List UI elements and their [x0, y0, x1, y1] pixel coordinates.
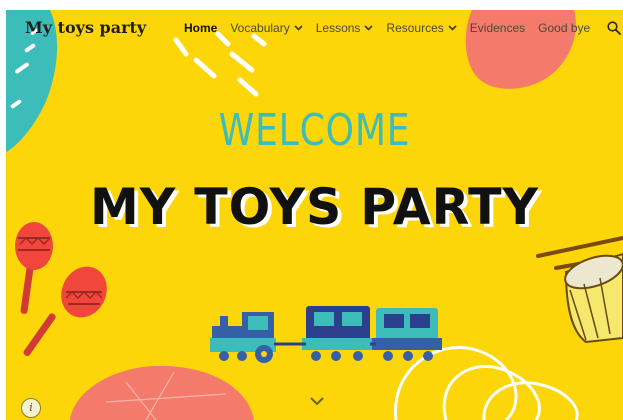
- nav-item-good-bye[interactable]: Good bye: [538, 21, 590, 35]
- nav-item-label: Home: [184, 21, 218, 35]
- info-button[interactable]: i: [21, 398, 41, 418]
- site-title[interactable]: My toys party: [25, 18, 146, 37]
- toy-train: [210, 306, 442, 363]
- info-icon: i: [29, 401, 33, 414]
- white-scribble: [394, 345, 579, 420]
- page-title: MY TOYS PARTY: [90, 178, 539, 236]
- welcome-heading: WELCOME: [218, 105, 411, 156]
- nav-item-evidences[interactable]: Evidences: [470, 21, 525, 35]
- nav-item-vocabulary[interactable]: Vocabulary: [230, 21, 303, 35]
- nav-item-resources[interactable]: Resources: [386, 21, 457, 35]
- chevron-down-icon: [364, 25, 373, 31]
- nav-item-label: Lessons: [315, 21, 361, 35]
- nav-menu: Home Vocabulary Lessons Resources Eviden…: [184, 21, 603, 35]
- nav-item-home[interactable]: Home: [184, 21, 217, 35]
- chevron-down-icon[interactable]: [309, 396, 325, 406]
- hero-banner: My toys party Home Vocabulary Lessons Re…: [6, 10, 623, 420]
- chevron-down-icon: [294, 25, 303, 31]
- nav-item-label: Vocabulary: [230, 21, 290, 35]
- chevron-down-icon: [448, 25, 457, 31]
- nav-item-label: Evidences: [469, 21, 526, 35]
- search-icon[interactable]: [607, 21, 621, 35]
- nav-item-lessons[interactable]: Lessons: [316, 21, 374, 35]
- nav-item-label: Resources: [386, 21, 444, 35]
- top-navigation: My toys party Home Vocabulary Lessons Re…: [6, 10, 623, 46]
- maracas: [15, 222, 107, 357]
- drum: [536, 236, 623, 344]
- nav-item-label: Good bye: [538, 21, 591, 35]
